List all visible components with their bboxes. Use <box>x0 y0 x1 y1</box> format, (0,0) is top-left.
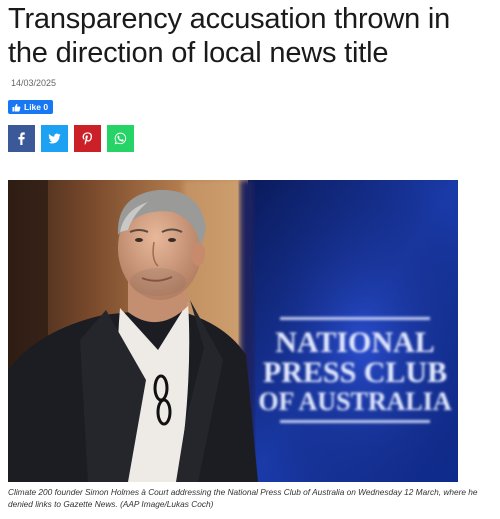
share-whatsapp-button[interactable] <box>107 125 134 152</box>
share-facebook-button[interactable] <box>8 125 35 152</box>
photo-caption: Climate 200 founder Simon Holmes à Court… <box>8 487 478 509</box>
pinterest-icon <box>82 132 92 145</box>
sign-line-2: PRESS CLUB <box>263 356 447 389</box>
sign-line-3: OF AUSTRALIA <box>258 387 452 416</box>
article-date: 14/03/2025 <box>11 78 57 88</box>
press-club-sign: NATIONAL PRESS CLUB OF AUSTRALIA <box>258 317 452 423</box>
article-photo: NATIONAL PRESS CLUB OF AUSTRALIA <box>8 180 458 482</box>
article-title: Transparency accusation thrown in the di… <box>8 3 451 69</box>
like-label: Like 0 <box>24 102 49 112</box>
share-pinterest-button[interactable] <box>74 125 101 152</box>
twitter-icon <box>48 133 61 144</box>
share-buttons <box>8 125 134 152</box>
thumbs-up-icon <box>12 103 21 112</box>
sign-line-1: NATIONAL <box>275 326 434 359</box>
whatsapp-icon <box>114 132 127 145</box>
press-club-photo-illustration: NATIONAL PRESS CLUB OF AUSTRALIA <box>8 180 458 482</box>
facebook-icon <box>18 132 25 145</box>
share-twitter-button[interactable] <box>41 125 68 152</box>
facebook-like-button[interactable]: Like 0 <box>8 100 54 114</box>
